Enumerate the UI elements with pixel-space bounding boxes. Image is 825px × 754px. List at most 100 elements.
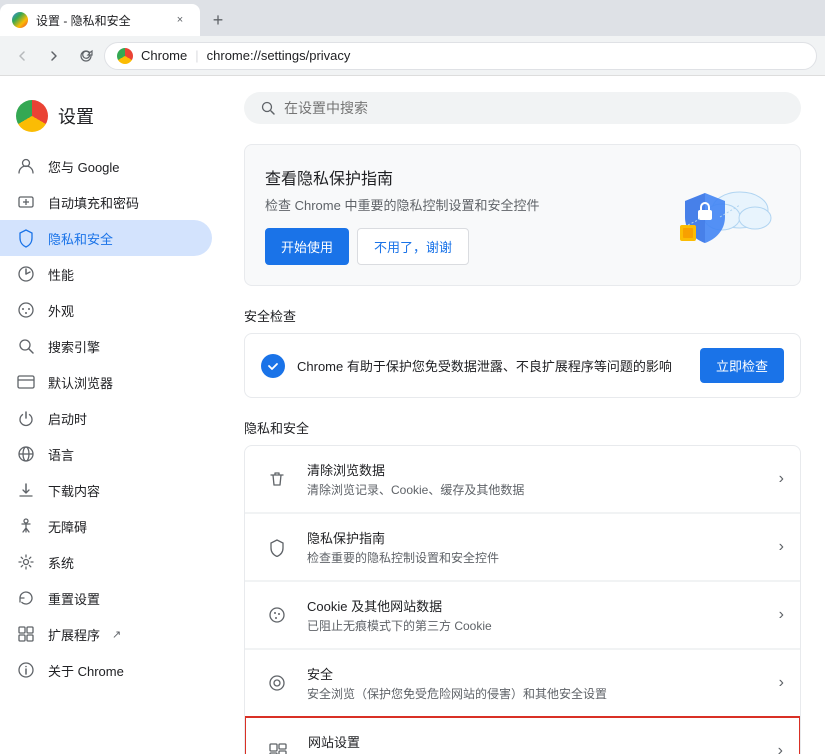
privacy-item-cookies[interactable]: Cookie 及其他网站数据 已阻止无痕模式下的第三方 Cookie › [245,581,800,649]
clear-browsing-title: 清除浏览数据 [307,460,765,479]
privacy-item-safety[interactable]: 安全 安全浏览（保护您免受危险网站的侵害）和其他安全设置 › [245,649,800,717]
security-icon [261,667,293,699]
settings-icon [16,552,36,572]
sidebar-item-performance[interactable]: 性能 [0,256,212,292]
site-icon [117,48,133,64]
address-separator: | [195,48,198,63]
privacy-items-container: 清除浏览数据 清除浏览记录、Cookie、缓存及其他数据 › 隐私保护指南 检查… [244,445,801,754]
checkmark-icon [261,354,285,378]
banner-content: 查看隐私保护指南 检查 Chrome 中重要的隐私控制设置和安全控件 开始使用 … [265,165,660,265]
cookies-desc: 已阻止无痕模式下的第三方 Cookie [307,617,765,634]
sidebar-item-browser[interactable]: 默认浏览器 [0,364,212,400]
sidebar-item-search[interactable]: 搜索引擎 [0,328,212,364]
banner-description: 检查 Chrome 中重要的隐私控制设置和安全控件 [265,195,660,214]
address-chrome-text: Chrome [141,48,187,63]
site-settings-content: 网站设置 控制网站可以使用和显示什么信息（如位置信息、摄像头、弹出式窗口及其他） [308,732,764,754]
banner-buttons: 开始使用 不用了，谢谢 [265,228,660,265]
privacy-banner: 查看隐私保护指南 检查 Chrome 中重要的隐私控制设置和安全控件 开始使用 … [244,144,801,286]
trash-icon [261,463,293,495]
banner-illustration [660,175,780,255]
sidebar-item-extensions[interactable]: 扩展程序 ↗ [0,616,212,652]
extension-icon [16,624,36,644]
tab-close-button[interactable]: × [172,12,188,28]
sidebar: 设置 您与 Google 自动填充和密码 隐私和安全 [0,76,220,754]
sidebar-item-appearance[interactable]: 外观 [0,292,212,328]
active-tab[interactable]: 设置 - 隐私和安全 × [0,4,200,36]
sidebar-label-you-google: 您与 Google [48,157,120,176]
address-bar[interactable]: Chrome | chrome://settings/privacy [104,42,817,70]
sidebar-item-reset[interactable]: 重置设置 [0,580,212,616]
sidebar-label-extensions: 扩展程序 [48,625,100,644]
site-settings-title: 网站设置 [308,732,764,751]
security-section-title: 安全检查 [244,306,801,325]
privacy-guide-title: 隐私保护指南 [307,528,765,547]
sidebar-label-browser: 默认浏览器 [48,373,113,392]
refresh-button[interactable] [72,42,100,70]
security-check-text: Chrome 有助于保护您免受数据泄露、不良扩展程序等问题的影响 [297,356,688,375]
sidebar-item-privacy[interactable]: 隐私和安全 [0,220,212,256]
sidebar-item-downloads[interactable]: 下载内容 [0,472,212,508]
sidebar-item-system[interactable]: 系统 [0,544,212,580]
sidebar-label-privacy: 隐私和安全 [48,229,113,248]
safety-content: 安全 安全浏览（保护您免受危险网站的侵害）和其他安全设置 [307,664,765,702]
privacy-shield-icon [261,531,293,563]
sidebar-item-autofill[interactable]: 自动填充和密码 [0,184,212,220]
security-check-card: Chrome 有助于保护您免受数据泄露、不良扩展程序等问题的影响 立即检查 [244,333,801,398]
arrow-icon: › [779,674,784,692]
tab-favicon [12,12,28,28]
performance-icon [16,264,36,284]
clear-browsing-content: 清除浏览数据 清除浏览记录、Cookie、缓存及其他数据 [307,460,765,498]
clear-browsing-desc: 清除浏览记录、Cookie、缓存及其他数据 [307,481,765,498]
sidebar-item-language[interactable]: 语言 [0,436,212,472]
arrow-icon: › [778,742,783,754]
sidebar-label-search: 搜索引擎 [48,337,100,356]
banner-title: 查看隐私保护指南 [265,165,660,189]
settings-search-bar[interactable] [244,92,801,124]
sidebar-title: 设置 [58,103,94,129]
sidebar-label-startup: 启动时 [48,409,87,428]
power-icon [16,408,36,428]
browser-icon [16,372,36,392]
dismiss-button[interactable]: 不用了，谢谢 [357,228,469,265]
globe-icon [16,444,36,464]
sidebar-label-language: 语言 [48,445,74,464]
person-icon [16,156,36,176]
content-area: 查看隐私保护指南 检查 Chrome 中重要的隐私控制设置和安全控件 开始使用 … [220,76,825,754]
privacy-item-guide[interactable]: 隐私保护指南 检查重要的隐私控制设置和安全控件 › [245,513,800,581]
new-tab-button[interactable]: + [204,6,232,34]
safety-title: 安全 [307,664,765,683]
download-icon [16,480,36,500]
search-icon [16,336,36,356]
chrome-logo [16,100,48,132]
cookies-title: Cookie 及其他网站数据 [307,596,765,615]
check-now-button[interactable]: 立即检查 [700,348,784,383]
arrow-icon: › [779,470,784,488]
sidebar-label-reset: 重置设置 [48,589,100,608]
cookie-icon [261,599,293,631]
back-button[interactable] [8,42,36,70]
sidebar-label-downloads: 下载内容 [48,481,100,500]
sidebar-label-system: 系统 [48,553,74,572]
privacy-item-site-settings[interactable]: 网站设置 控制网站可以使用和显示什么信息（如位置信息、摄像头、弹出式窗口及其他）… [244,716,801,754]
tab-title: 设置 - 隐私和安全 [36,12,164,29]
info-icon [16,660,36,680]
palette-icon [16,300,36,320]
arrow-icon: › [779,538,784,556]
sidebar-label-appearance: 外观 [48,301,74,320]
forward-button[interactable] [40,42,68,70]
sidebar-label-accessibility: 无障碍 [48,517,87,536]
search-icon [260,100,276,116]
sidebar-item-about[interactable]: 关于 Chrome [0,652,212,688]
cookies-content: Cookie 及其他网站数据 已阻止无痕模式下的第三方 Cookie [307,596,765,634]
search-input[interactable] [284,100,785,116]
sidebar-item-startup[interactable]: 启动时 [0,400,212,436]
shield-icon [16,228,36,248]
main-content: 设置 您与 Google 自动填充和密码 隐私和安全 [0,76,825,754]
start-button[interactable]: 开始使用 [265,228,349,265]
privacy-item-clear-browsing[interactable]: 清除浏览数据 清除浏览记录、Cookie、缓存及其他数据 › [245,446,800,513]
sidebar-item-accessibility[interactable]: 无障碍 [0,508,212,544]
sidebar-label-about: 关于 Chrome [48,661,124,680]
privacy-guide-content: 隐私保护指南 检查重要的隐私控制设置和安全控件 [307,528,765,566]
sidebar-item-you-google[interactable]: 您与 Google [0,148,212,184]
accessibility-icon [16,516,36,536]
